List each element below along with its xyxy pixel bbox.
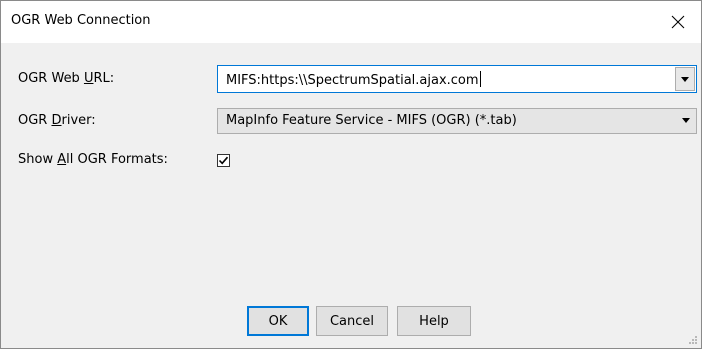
dialog-title: OGR Web Connection (11, 13, 151, 28)
label-text: RL: (93, 71, 115, 86)
checkmark-icon (218, 156, 229, 165)
resize-grip-icon[interactable] (687, 334, 698, 345)
label-text: river: (61, 113, 96, 128)
show-all-ogr-formats-checkbox[interactable] (217, 154, 230, 167)
ogr-driver-select[interactable]: MapInfo Feature Service - MIFS (OGR) (*.… (217, 108, 697, 134)
access-key: D (51, 113, 62, 128)
chevron-down-icon (681, 76, 689, 82)
ogr-web-url-combobox[interactable]: MIFS:https:\\SpectrumSpatial.ajax.com (217, 65, 697, 93)
show-all-ogr-formats-label: Show All OGR Formats: (18, 152, 168, 167)
ok-button[interactable]: OK (247, 306, 309, 336)
chevron-down-icon (682, 118, 690, 123)
help-button[interactable]: Help (397, 306, 471, 336)
label-text: ll OGR Formats: (66, 152, 168, 167)
url-dropdown-button[interactable] (675, 67, 695, 91)
ogr-web-url-label: OGR Web URL: (18, 71, 114, 86)
ogr-driver-label: OGR Driver: (18, 113, 96, 128)
ogr-web-connection-dialog: OGR Web Connection OGR Web URL: MIFS:htt… (0, 0, 702, 349)
access-key: A (57, 152, 67, 167)
cancel-button[interactable]: Cancel (316, 306, 388, 336)
ogr-web-url-value: MIFS:https:\\SpectrumSpatial.ajax.com (226, 73, 479, 88)
ogr-driver-value: MapInfo Feature Service - MIFS (OGR) (*.… (226, 113, 517, 128)
close-icon (671, 15, 685, 29)
title-bar[interactable]: OGR Web Connection (1, 1, 701, 43)
text-caret (479, 71, 481, 87)
label-text: OGR Web (18, 71, 84, 86)
label-text: OGR (18, 113, 52, 128)
ogr-web-url-input[interactable]: MIFS:https:\\SpectrumSpatial.ajax.com (226, 71, 481, 88)
close-button[interactable] (655, 1, 701, 43)
label-text: Show (18, 152, 58, 167)
